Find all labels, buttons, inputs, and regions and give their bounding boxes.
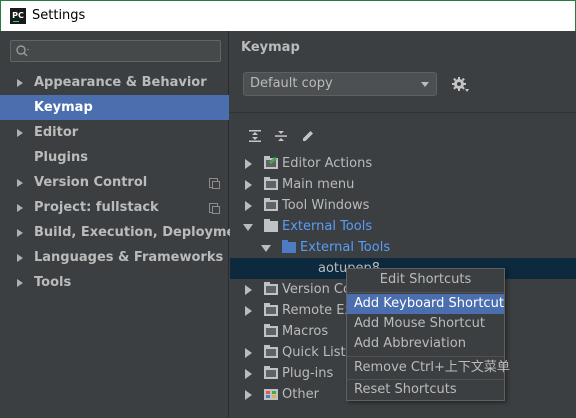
sidebar-item-label: Appearance & Behavior bbox=[34, 75, 207, 90]
folder-icon bbox=[264, 324, 278, 337]
sidebar-item-label: Version Control bbox=[34, 175, 148, 190]
folder-icon bbox=[264, 282, 278, 295]
keymap-select-value: Default copy bbox=[250, 76, 333, 91]
sidebar-item-label: Build, Execution, Deployment bbox=[34, 225, 251, 240]
tree-row-editor-actions[interactable]: Editor Actions bbox=[230, 153, 576, 174]
expand-arrow-icon[interactable] bbox=[245, 369, 252, 379]
gear-icon[interactable] bbox=[451, 76, 469, 94]
sidebar-item-label: Editor bbox=[34, 125, 79, 140]
sidebar-item-appearance-behavior[interactable]: Appearance & Behavior bbox=[0, 70, 229, 95]
menu-item-reset-shortcuts[interactable]: Reset Shortcuts bbox=[347, 380, 504, 400]
pycharm-app-icon: PC bbox=[10, 8, 26, 24]
sidebar-item-keymap[interactable]: Keymap bbox=[0, 95, 229, 120]
sidebar-item-languages-frameworks[interactable]: Languages & Frameworks bbox=[0, 245, 229, 270]
expand-arrow-icon[interactable] bbox=[17, 204, 23, 212]
collapse-arrow-icon[interactable] bbox=[261, 245, 271, 252]
expand-all-icon[interactable] bbox=[247, 128, 263, 144]
menu-item-add-abbreviation[interactable]: Add Abbreviation bbox=[347, 334, 504, 354]
expand-arrow-icon[interactable] bbox=[17, 179, 23, 187]
expand-arrow-icon[interactable] bbox=[17, 229, 23, 237]
sidebar-item-plugins[interactable]: Plugins bbox=[0, 145, 229, 170]
tree-row-label: Macros bbox=[282, 324, 329, 339]
tree-row-external-tools-group[interactable]: External Tools bbox=[230, 237, 576, 258]
sidebar-item-version-control[interactable]: Version Control bbox=[0, 170, 229, 195]
tree-row-tool-windows[interactable]: Tool Windows bbox=[230, 195, 576, 216]
search-icon bbox=[16, 45, 29, 57]
settings-sidebar: Appearance & Behavior Keymap Editor Plug… bbox=[0, 31, 251, 418]
menu-separator bbox=[347, 292, 504, 293]
expand-arrow-icon[interactable] bbox=[17, 79, 23, 87]
keymap-select[interactable]: Default copy bbox=[243, 72, 437, 96]
expand-arrow-icon[interactable] bbox=[245, 159, 252, 169]
editor-actions-icon bbox=[264, 156, 278, 169]
copy-icon bbox=[209, 203, 220, 214]
settings-search-input[interactable] bbox=[10, 40, 221, 62]
sidebar-item-label: Tools bbox=[34, 275, 72, 290]
expand-arrow-icon[interactable] bbox=[17, 129, 23, 137]
sidebar-item-label: Languages & Frameworks bbox=[34, 250, 224, 265]
divider bbox=[230, 112, 576, 113]
tree-row-label: Main menu bbox=[282, 177, 355, 192]
settings-nav: Appearance & Behavior Keymap Editor Plug… bbox=[0, 70, 251, 295]
expand-arrow-icon[interactable] bbox=[245, 285, 252, 295]
tree-row-label: External Tools bbox=[300, 240, 391, 255]
edit-icon[interactable] bbox=[300, 128, 316, 144]
tree-row-label: Editor Actions bbox=[282, 156, 373, 171]
tree-row-label: Version Co bbox=[282, 282, 351, 297]
other-icon bbox=[264, 389, 278, 400]
menu-item-remove-shortcut[interactable]: Remove Ctrl+上下文菜单 bbox=[347, 358, 510, 378]
tree-row-label: External Tools bbox=[282, 219, 373, 234]
tree-row-label: Plug-ins bbox=[282, 366, 334, 381]
sidebar-item-project[interactable]: Project: fullstack bbox=[0, 195, 229, 220]
main-menu-icon bbox=[264, 177, 278, 190]
expand-arrow-icon[interactable] bbox=[245, 306, 252, 316]
menu-item-add-mouse-shortcut[interactable]: Add Mouse Shortcut bbox=[347, 314, 504, 334]
chevron-down-icon bbox=[421, 82, 429, 87]
window-title: Settings bbox=[32, 8, 86, 23]
folder-icon bbox=[282, 240, 296, 253]
menu-separator bbox=[347, 356, 504, 357]
menu-item-add-keyboard-shortcut[interactable]: Add Keyboard Shortcut bbox=[347, 294, 504, 314]
tree-row-label: Quick Lists bbox=[282, 345, 353, 360]
collapse-arrow-icon[interactable] bbox=[243, 224, 253, 231]
tree-row-external-tools[interactable]: External Tools bbox=[230, 216, 576, 237]
folder-icon bbox=[264, 198, 278, 211]
folder-icon bbox=[264, 345, 278, 358]
sidebar-item-tools[interactable]: Tools bbox=[0, 270, 229, 295]
folder-icon bbox=[264, 366, 278, 379]
tree-row-label: Other bbox=[282, 387, 319, 402]
tree-row-label: Tool Windows bbox=[282, 198, 370, 213]
page-title: Keymap bbox=[241, 40, 300, 55]
expand-arrow-icon[interactable] bbox=[17, 254, 23, 262]
expand-arrow-icon[interactable] bbox=[17, 279, 23, 287]
tree-row-main-menu[interactable]: Main menu bbox=[230, 174, 576, 195]
folder-icon bbox=[264, 219, 278, 232]
sidebar-item-editor[interactable]: Editor bbox=[0, 120, 229, 145]
sidebar-item-build-execution-deployment[interactable]: Build, Execution, Deployment bbox=[0, 220, 251, 245]
copy-icon bbox=[209, 178, 220, 189]
folder-icon bbox=[264, 303, 278, 316]
sidebar-item-label: Keymap bbox=[34, 100, 93, 115]
collapse-all-icon[interactable] bbox=[273, 128, 289, 144]
sidebar-item-label: Plugins bbox=[34, 150, 88, 165]
expand-arrow-icon[interactable] bbox=[245, 180, 252, 190]
title-bar: PC Settings bbox=[0, 0, 576, 31]
edit-shortcuts-context-menu: Edit Shortcuts Add Keyboard Shortcut Add… bbox=[346, 268, 510, 401]
expand-arrow-icon[interactable] bbox=[245, 201, 252, 211]
context-menu-title: Edit Shortcuts bbox=[379, 272, 472, 287]
expand-arrow-icon[interactable] bbox=[245, 348, 252, 358]
expand-arrow-icon[interactable] bbox=[245, 390, 252, 400]
sidebar-item-label: Project: fullstack bbox=[34, 200, 159, 215]
